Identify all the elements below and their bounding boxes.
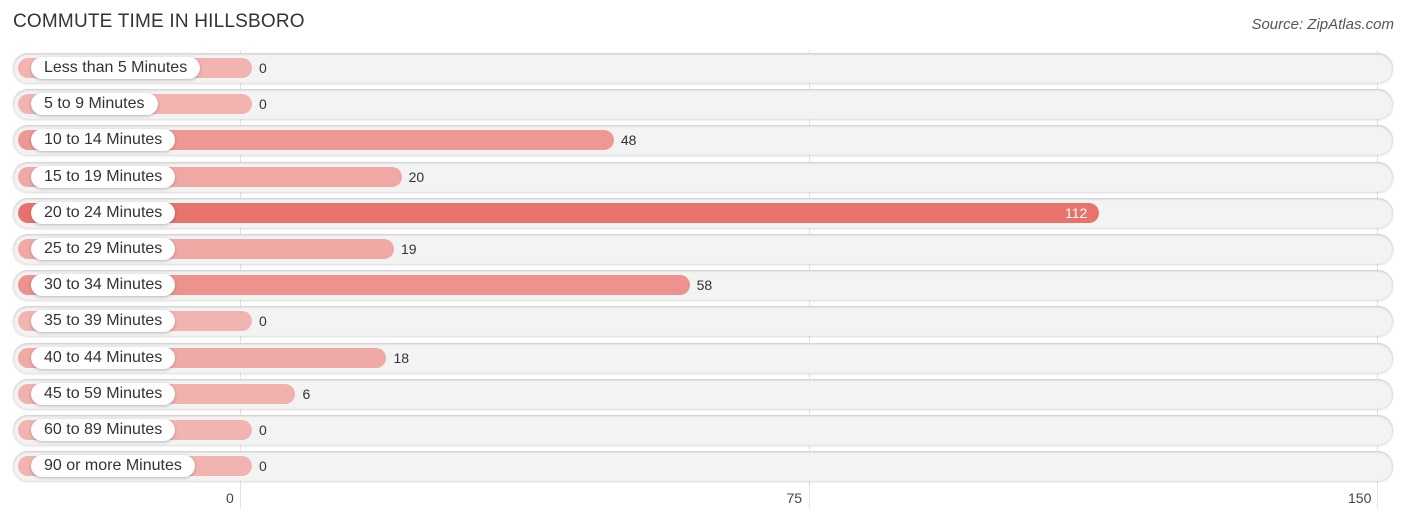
value-label: 0 [259,422,267,438]
value-label: 0 [259,458,267,475]
value-label: 112 [1064,204,1088,221]
value-label: 20 [408,168,425,185]
category-label: 30 to 34 Minutes [31,274,176,297]
value-label: 0 [259,96,267,113]
value-label: 0 [259,313,267,330]
x-tick-label: 75 [786,490,803,506]
category-label: 35 to 39 Minutes [31,310,176,333]
category-label: 40 to 44 Minutes [31,346,176,369]
value-label: 48 [620,132,637,149]
category-label: 60 to 89 Minutes [31,419,176,441]
value-label: 6 [302,385,311,402]
bar [18,202,1099,223]
category-label: 45 to 59 Minutes [31,382,176,405]
value-label: 58 [696,277,713,294]
category-label: 90 or more Minutes [31,455,195,478]
category-label: Less than 5 Minutes [31,57,201,79]
category-label: 5 to 9 Minutes [31,93,158,116]
category-label: 25 to 29 Minutes [31,238,176,260]
category-label: 20 to 24 Minutes [31,201,176,224]
value-label: 0 [259,60,267,76]
x-tick-label: 0 [226,490,234,506]
x-tick-label: 150 [1348,490,1372,506]
chart-title: COMMUTE TIME IN HILLSBORO [13,11,305,32]
value-label: 19 [401,241,417,257]
category-label: 10 to 14 Minutes [31,129,176,152]
category-label: 15 to 19 Minutes [31,165,176,188]
value-label: 18 [393,349,410,366]
source-label: Source: ZipAtlas.com [1251,16,1394,33]
